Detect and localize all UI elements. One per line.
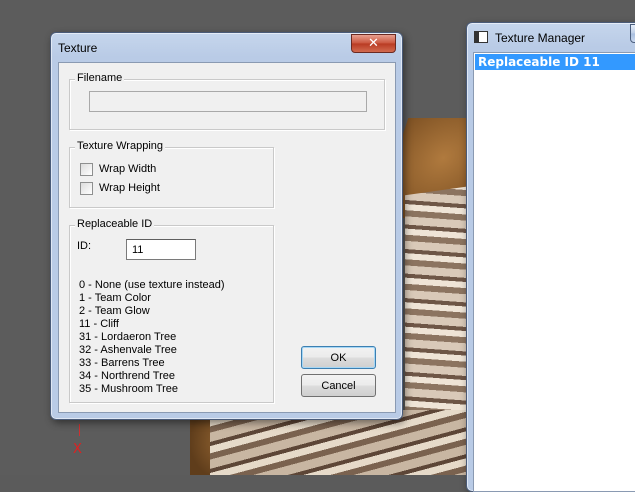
wrap-width-label: Wrap Width <box>99 163 157 175</box>
replaceable-id-options: 0 - None (use texture instead) 1 - Team … <box>79 279 225 396</box>
replaceable-id-option: 11 - Cliff <box>79 318 119 330</box>
texture-dialog: Texture ✕ Filename Texture Wrapping Wrap… <box>50 32 403 420</box>
cancel-button[interactable]: Cancel <box>301 374 376 397</box>
texture-dialog-body: Filename Texture Wrapping Wrap Width Wra… <box>58 62 396 413</box>
texture-manager-titlebar[interactable]: Texture Manager <box>467 23 635 51</box>
filename-group-label: Filename <box>75 72 125 84</box>
x-axis-label: X <box>73 442 82 457</box>
wrap-width-checkbox-row[interactable]: Wrap Width <box>80 162 156 176</box>
replaceable-id-group-label: Replaceable ID <box>75 218 155 230</box>
replaceable-id-option: 35 - Mushroom Tree <box>79 383 179 395</box>
id-label: ID: <box>77 240 92 252</box>
replaceable-id-option: 2 - Team Glow <box>79 305 150 317</box>
replaceable-id-option: 1 - Team Color <box>79 292 151 304</box>
texture-manager-title: Texture Manager <box>495 31 586 45</box>
wrap-height-checkbox[interactable] <box>80 181 93 195</box>
texture-wrapping-group: Texture Wrapping Wrap Width Wrap Height <box>69 140 274 208</box>
wrap-width-checkbox[interactable] <box>80 162 93 176</box>
filename-field[interactable] <box>89 91 367 112</box>
filename-group: Filename <box>69 72 385 130</box>
texture-dialog-titlebar[interactable]: Texture ✕ <box>51 33 402 61</box>
ok-button[interactable]: OK <box>301 346 376 369</box>
replaceable-id-option: 0 - None (use texture instead) <box>79 279 225 291</box>
replaceable-id-option: 33 - Barrens Tree <box>79 357 165 369</box>
wrap-height-checkbox-row[interactable]: Wrap Height <box>80 181 160 195</box>
texture-dialog-title: Texture <box>58 41 98 55</box>
texture-wrapping-group-label: Texture Wrapping <box>75 140 166 152</box>
close-button[interactable]: ✕ <box>351 34 396 53</box>
close-icon: ✕ <box>368 36 379 51</box>
replaceable-id-group: Replaceable ID ID: 0 - None (use texture… <box>69 218 274 403</box>
texture-list[interactable]: Replaceable ID 11 <box>473 52 635 492</box>
x-axis-line <box>79 424 80 436</box>
texture-manager-window: Texture Manager Replaceable ID 11 <box>466 22 635 492</box>
replaceable-id-option: 34 - Northrend Tree <box>79 370 175 382</box>
minimize-button[interactable] <box>630 24 635 43</box>
wrap-height-label: Wrap Height <box>99 182 160 194</box>
window-icon <box>474 31 488 43</box>
replaceable-id-option: 31 - Lordaeron Tree <box>79 331 177 343</box>
list-item[interactable]: Replaceable ID 11 <box>475 54 635 70</box>
id-input[interactable] <box>126 239 196 260</box>
replaceable-id-option: 32 - Ashenvale Tree <box>79 344 177 356</box>
